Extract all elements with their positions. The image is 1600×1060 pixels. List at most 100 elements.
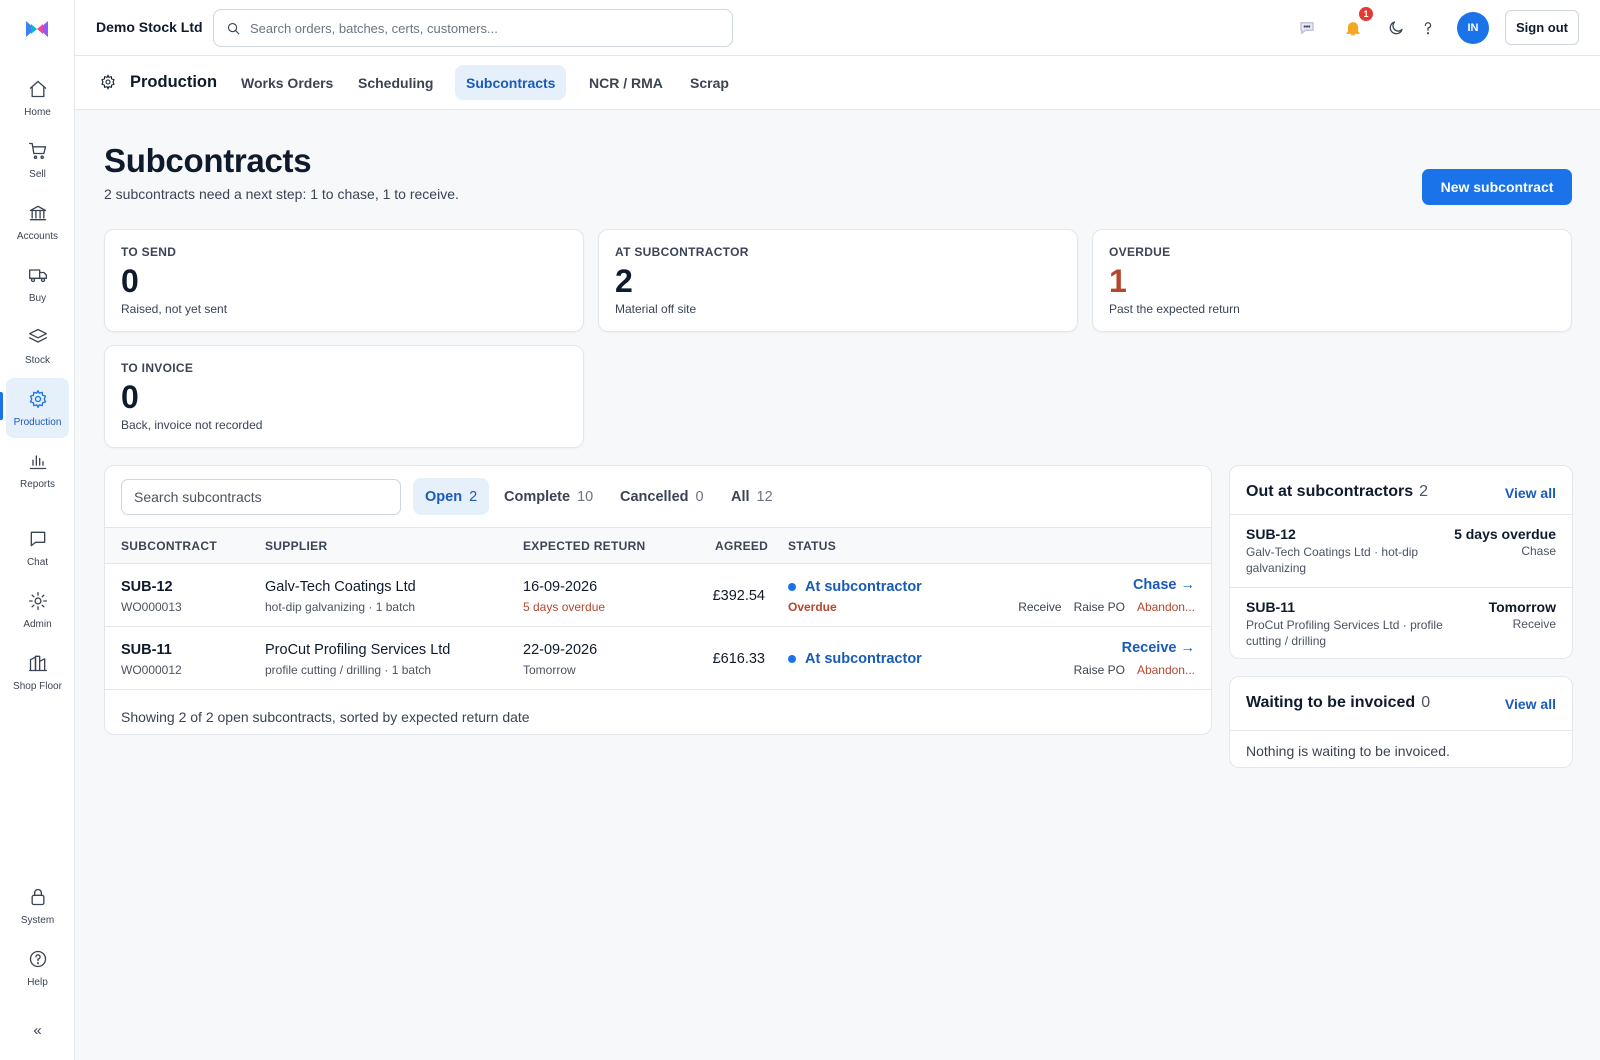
supplier-name: ProCut Profiling Services Ltd bbox=[265, 642, 451, 658]
tab-works-orders[interactable]: Works Orders bbox=[230, 65, 344, 100]
sidebar-item-home[interactable]: Home bbox=[6, 68, 69, 128]
waiting-to-be-invoiced-panel: Waiting to be invoiced 0 View all Nothing… bbox=[1229, 676, 1573, 768]
sidebar-item-shop-floor[interactable]: Shop Floor bbox=[6, 642, 69, 702]
sidebar-item-label: Home bbox=[24, 106, 51, 118]
filter-count: 12 bbox=[756, 488, 773, 505]
sidebar-active-indicator bbox=[0, 392, 3, 420]
search-subcontracts-input[interactable] bbox=[134, 480, 394, 514]
filter-complete[interactable]: Complete 10 bbox=[492, 478, 605, 515]
sidebar-item-accounts[interactable]: Accounts bbox=[6, 192, 69, 252]
table-search[interactable] bbox=[121, 479, 401, 515]
table-row[interactable]: SUB-12 WO000013 Galv-Tech Coatings Ltd h… bbox=[105, 564, 1211, 627]
tab-scheduling[interactable]: Scheduling bbox=[347, 65, 444, 100]
receive-button[interactable]: Receive → bbox=[1122, 640, 1195, 656]
column-header-expected-return[interactable]: EXPECTED RETURN bbox=[523, 539, 646, 553]
kpi-label: OVERDUE bbox=[1109, 245, 1171, 259]
sidebar-item-label: Help bbox=[27, 976, 48, 988]
status-dot-icon bbox=[788, 583, 796, 591]
collapse-sidebar-button[interactable]: « bbox=[0, 1022, 75, 1039]
table-header: SUBCONTRACT SUPPLIER EXPECTED RETURN AGR… bbox=[105, 527, 1211, 564]
status-badge: At subcontractor bbox=[788, 579, 922, 595]
column-header-status[interactable]: STATUS bbox=[788, 539, 836, 553]
filter-count: 0 bbox=[695, 488, 704, 505]
raise-po-link[interactable]: Raise PO bbox=[1074, 663, 1125, 677]
filter-all[interactable]: All 12 bbox=[719, 478, 785, 515]
tab-scrap[interactable]: Scrap bbox=[679, 65, 740, 100]
filter-label: Open bbox=[425, 488, 463, 505]
row-actions: Raise PO Abandon... bbox=[1074, 663, 1195, 677]
item-next-action: Chase bbox=[1521, 544, 1556, 558]
kpi-card-to-send[interactable]: TO SEND 0 Raised, not yet sent bbox=[104, 229, 584, 332]
raise-po-link[interactable]: Raise PO bbox=[1074, 600, 1125, 614]
global-search-input[interactable] bbox=[250, 20, 710, 36]
kpi-label: AT SUBCONTRACTOR bbox=[615, 245, 749, 259]
subcontract-id[interactable]: SUB-11 bbox=[121, 642, 172, 658]
column-header-subcontract[interactable]: SUBCONTRACT bbox=[121, 539, 217, 553]
sidebar-item-label: Admin bbox=[23, 618, 52, 630]
sidebar-item-chat[interactable]: Chat bbox=[6, 518, 69, 578]
panel-title: Waiting to be invoiced 0 bbox=[1246, 694, 1431, 711]
app-logo-icon[interactable] bbox=[24, 18, 50, 40]
chase-button[interactable]: Chase → bbox=[1133, 577, 1195, 593]
sidebar-item-sell[interactable]: Sell bbox=[6, 130, 69, 190]
sidebar: Home Sell Accounts Buy Stock Production … bbox=[0, 0, 75, 1060]
works-order-ref: WO000013 bbox=[121, 600, 182, 614]
sidebar-item-label: System bbox=[20, 914, 55, 926]
kpi-card-overdue[interactable]: OVERDUE 1 Past the expected return bbox=[1092, 229, 1572, 332]
status-text: At subcontractor bbox=[805, 651, 922, 667]
page-title: Subcontracts bbox=[104, 142, 312, 179]
sidebar-item-reports[interactable]: Reports bbox=[6, 440, 69, 500]
panel-count: 2 bbox=[1419, 483, 1429, 500]
list-item[interactable]: SUB-11 ProCut Profiling Services Ltd · p… bbox=[1230, 587, 1572, 660]
tab-subcontracts[interactable]: Subcontracts bbox=[455, 65, 567, 100]
sidebar-item-label: Accounts bbox=[16, 230, 59, 242]
kpi-card-at-subcontractor[interactable]: AT SUBCONTRACTOR 2 Material off site bbox=[598, 229, 1078, 332]
sidebar-item-label: Stock bbox=[24, 354, 50, 366]
sidebar-item-admin[interactable]: Admin bbox=[6, 580, 69, 640]
sign-out-button[interactable]: Sign out bbox=[1505, 10, 1579, 45]
new-subcontract-button[interactable]: New subcontract bbox=[1422, 169, 1572, 205]
view-all-link[interactable]: View all bbox=[1505, 485, 1556, 501]
filter-label: All bbox=[731, 488, 750, 505]
filter-label: Cancelled bbox=[620, 488, 689, 505]
sidebar-item-system[interactable]: System bbox=[6, 876, 69, 936]
kpi-card-to-invoice[interactable]: TO INVOICE 0 Back, invoice not recorded bbox=[104, 345, 584, 448]
sidebar-item-help[interactable]: Help bbox=[6, 938, 69, 998]
sidebar-item-production[interactable]: Production bbox=[6, 378, 69, 438]
sun-icon bbox=[28, 591, 47, 610]
out-at-subcontractors-panel: Out at subcontractors 2 View all SUB-12 G… bbox=[1229, 465, 1573, 659]
table-row[interactable]: SUB-11 WO000012 ProCut Profiling Service… bbox=[105, 627, 1211, 690]
global-search[interactable] bbox=[213, 9, 733, 47]
sidebar-item-buy[interactable]: Buy bbox=[6, 254, 69, 314]
abandon-link[interactable]: Abandon... bbox=[1137, 600, 1195, 614]
status-badge: At subcontractor bbox=[788, 651, 922, 667]
view-all-link[interactable]: View all bbox=[1505, 696, 1556, 712]
sidebar-item-label: Sell bbox=[29, 168, 46, 180]
page-subtitle: 2 subcontracts need a next step: 1 to ch… bbox=[104, 186, 459, 202]
moon-icon[interactable] bbox=[1385, 17, 1407, 39]
expected-return-date: 22-09-2026 bbox=[523, 642, 598, 658]
subcontract-id[interactable]: SUB-12 bbox=[121, 579, 173, 595]
sidebar-item-label: Buy bbox=[28, 292, 47, 304]
section-nav: Production Works Orders Scheduling Subco… bbox=[75, 56, 1600, 110]
avatar[interactable]: IN bbox=[1457, 12, 1489, 44]
item-id: SUB-12 bbox=[1246, 526, 1296, 542]
feedback-icon[interactable] bbox=[1296, 17, 1318, 39]
sidebar-item-label: Shop Floor bbox=[13, 680, 62, 692]
filter-open[interactable]: Open 2 bbox=[413, 478, 490, 515]
column-header-agreed[interactable]: AGREED bbox=[715, 539, 768, 553]
list-item[interactable]: SUB-12 Galv-Tech Coatings Ltd · hot-dip … bbox=[1230, 514, 1572, 587]
kpi-value: 0 bbox=[121, 379, 139, 415]
gear-icon bbox=[29, 389, 46, 408]
filter-cancelled[interactable]: Cancelled 0 bbox=[608, 478, 716, 515]
tab-ncr-rma[interactable]: NCR / RMA bbox=[578, 65, 674, 100]
column-header-supplier[interactable]: SUPPLIER bbox=[265, 539, 327, 553]
filter-label: Complete bbox=[504, 488, 571, 505]
receive-link[interactable]: Receive bbox=[1018, 600, 1061, 614]
notification-badge: 1 bbox=[1358, 6, 1374, 22]
panel-count: 0 bbox=[1421, 694, 1431, 711]
bar-chart-icon bbox=[29, 454, 46, 469]
sidebar-item-stock[interactable]: Stock bbox=[6, 316, 69, 376]
question-icon[interactable] bbox=[1417, 17, 1439, 39]
abandon-link[interactable]: Abandon... bbox=[1137, 663, 1195, 677]
